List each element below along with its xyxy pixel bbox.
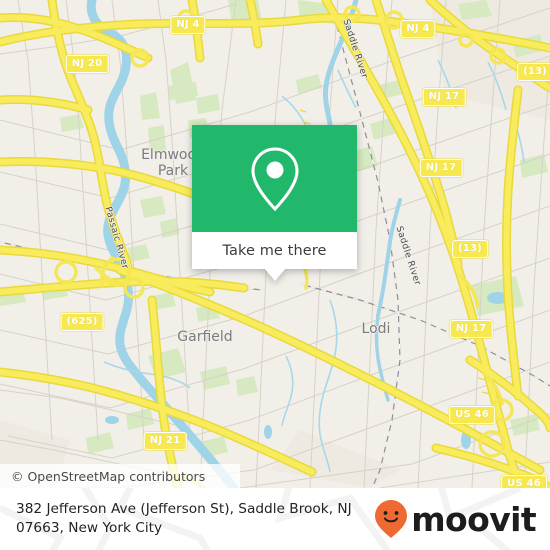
footer-address-line-2: 07663, New York City [16, 520, 163, 536]
map-screenshot: Elmwood Park Garfield Lodi Saddle River … [0, 0, 550, 550]
moovit-wordmark: moovit [411, 499, 536, 539]
popup-pin-area [192, 125, 357, 232]
footer-address: 382 Jefferson Ave (Jefferson St), Saddle… [0, 500, 385, 539]
highway-shield-nj4-west[interactable]: NJ 4 [170, 16, 206, 34]
moovit-pin-icon [375, 500, 408, 538]
highway-shield-nj17-north[interactable]: NJ 17 [422, 88, 466, 106]
map-attribution[interactable]: © OpenStreetMap contributors [0, 464, 240, 488]
footer-address-line-1: 382 Jefferson Ave (Jefferson St), Saddle… [16, 500, 352, 517]
highway-shield-us46-corner[interactable]: US 46 [501, 475, 547, 488]
highway-shield-625[interactable]: (625) [60, 313, 104, 331]
footer-bar: 382 Jefferson Ave (Jefferson St), Saddle… [0, 488, 550, 550]
map-pin-icon [250, 146, 299, 211]
highway-shield-nj21[interactable]: NJ 21 [143, 432, 187, 450]
popup-pointer-tail [263, 268, 286, 281]
popup-cta-label: Take me there [222, 242, 327, 259]
highway-shield-nj17-south[interactable]: NJ 17 [449, 320, 493, 338]
highway-shield-us46[interactable]: US 46 [449, 406, 495, 424]
moovit-logo[interactable]: moovit [374, 499, 537, 539]
highway-shield-nj20[interactable]: NJ 20 [65, 55, 109, 73]
highway-shield-nj17-mid[interactable]: NJ 17 [419, 159, 463, 177]
highway-shield-13-south[interactable]: (13) [452, 240, 488, 258]
map-attribution-text: © OpenStreetMap contributors [11, 468, 206, 484]
location-popup[interactable]: Take me there [192, 125, 357, 281]
highway-shield-13-north[interactable]: (13) [517, 63, 550, 81]
highway-shield-nj4-east[interactable]: NJ 4 [400, 20, 436, 38]
popup-cta[interactable]: Take me there [192, 232, 357, 281]
map-canvas[interactable]: Elmwood Park Garfield Lodi Saddle River … [0, 0, 550, 488]
